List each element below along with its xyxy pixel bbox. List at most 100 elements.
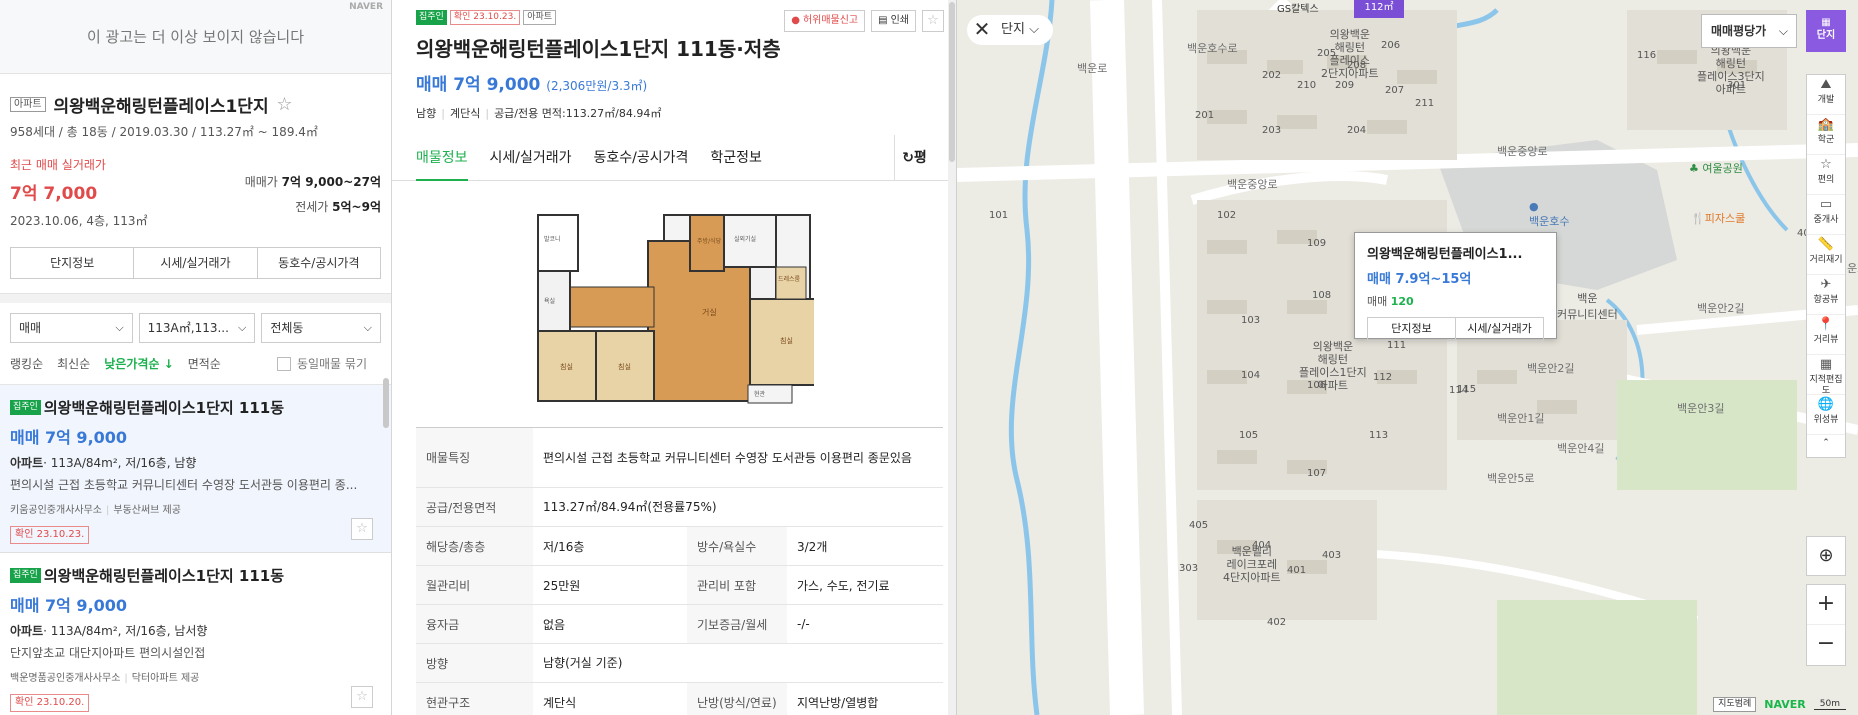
- complex-info: 아파트 의왕백운해링턴플레이스1단지 ☆ 958세대 / 총 18동 / 201…: [0, 74, 391, 229]
- building-number: 202: [1262, 70, 1282, 81]
- owner-badge: 집주인: [416, 10, 447, 25]
- my-location-button[interactable]: ⊕: [1806, 536, 1846, 576]
- tool-development[interactable]: ⛰ 개발: [1807, 75, 1845, 115]
- detail-scrollbar[interactable]: [948, 0, 956, 715]
- fork-icon: 🍴: [1691, 212, 1705, 225]
- table-key: 관리비 포함: [687, 566, 787, 604]
- tool-cadastral[interactable]: ▦ 지적편집도: [1807, 355, 1845, 396]
- confirm-date-badge: 확인 23.10.23.: [449, 10, 521, 25]
- road-label: 백운안5로: [1487, 472, 1535, 485]
- table-value: 없음: [543, 617, 566, 632]
- popup-price-button[interactable]: 시세/실거래가: [1456, 318, 1543, 340]
- trade-type-select[interactable]: 매매 ⌵: [10, 313, 133, 343]
- floor-plan-image: 거실 침실 침실 침실 주방/식당 드레스룸 현관 실외기실 욕실 발코니: [534, 211, 825, 407]
- table-row: 공급/전용면적 113.27㎡/84.94㎡(전용률75%): [416, 488, 943, 527]
- sort-area[interactable]: 면적순: [188, 355, 221, 372]
- sort-ranking[interactable]: 랭킹순: [10, 355, 43, 372]
- owner-badge: 집주인: [10, 400, 41, 415]
- tool-aerial[interactable]: ✈ 항공뷰: [1807, 275, 1845, 315]
- map-view[interactable]: 112㎡ GS칼텍스 의왕백운 해링턴 플레이스 2단지아파트 의왕백운 해링턴…: [957, 0, 1858, 715]
- table-value: 편의시설 근접 초등학교 커뮤니티센터 수영장 도서관등 이용편리 종문있음: [543, 450, 912, 465]
- tool-school[interactable]: 🏫 학군: [1807, 115, 1845, 155]
- danji-layer-button[interactable]: ▦ 단지: [1806, 10, 1846, 52]
- danji-filter-button[interactable]: 단지 ⌵: [995, 15, 1053, 45]
- map-price-tag[interactable]: 112㎡: [1354, 0, 1404, 18]
- popup-complex-info-button[interactable]: 단지정보: [1368, 318, 1456, 340]
- tab-listing-info[interactable]: 매물정보: [416, 135, 468, 181]
- road-label: 백운중앙로: [1497, 145, 1548, 158]
- restaurant-label: 🍴피자스쿨: [1691, 212, 1746, 225]
- group-same-listing-checkbox[interactable]: 동일매물 묶기: [276, 355, 381, 372]
- area-select[interactable]: 113A㎡,113... ⌵: [138, 313, 256, 343]
- sort-latest[interactable]: 최신순: [57, 355, 90, 372]
- building-number: 101: [989, 210, 1009, 221]
- popup-title: 의왕백운해링턴플레이스1...: [1367, 247, 1523, 262]
- tree-icon: ♣: [1689, 162, 1699, 175]
- detail-tabs: 매물정보 시세/실거래가 동호수/공시가격 학군정보 ↻평: [392, 135, 956, 181]
- road-label: 백운안2길: [1697, 302, 1745, 315]
- crosshair-icon: ⊕: [1818, 545, 1834, 566]
- tab-school[interactable]: 학군정보: [710, 135, 762, 181]
- floor-plan[interactable]: 거실 침실 침실 침실 주방/식당 드레스룸 현관 실외기실 욕실 발코니: [534, 211, 825, 407]
- map-legend-button[interactable]: 지도범례: [1713, 697, 1757, 712]
- favorite-star-icon[interactable]: ☆: [276, 94, 292, 115]
- building-number: 203: [1262, 125, 1282, 136]
- map-scale: 50m: [1813, 699, 1846, 710]
- tool-street[interactable]: 📍 거리뷰: [1807, 315, 1845, 355]
- convenience-icon: ☆: [1820, 157, 1832, 172]
- price-history-button[interactable]: 시세/실거래가: [134, 248, 258, 278]
- favorite-star-icon[interactable]: ☆: [922, 10, 944, 32]
- sort-lowest-price[interactable]: 낮은가격순 ↓: [104, 355, 173, 372]
- refresh-button[interactable]: ↻평: [894, 135, 934, 181]
- favorite-star-icon[interactable]: ☆: [351, 518, 373, 540]
- map-price-select[interactable]: 매매평당가 ⌵: [1701, 14, 1797, 48]
- listing-item[interactable]: 집주인 의왕백운해링턴플레이스1단지 111동 매매 7억 9,000 아파트· …: [0, 385, 391, 553]
- type-tag: 아파트: [523, 10, 557, 25]
- unit-price-button[interactable]: 동호수/공시가격: [258, 248, 380, 278]
- chevron-down-icon: ⌵: [237, 321, 247, 334]
- collapse-tools-button[interactable]: ⌃: [1807, 435, 1845, 457]
- sort-bar: 랭킹순 최신순 낮은가격순 ↓ 면적순 동일매물 묶기: [0, 343, 391, 385]
- building-number: 105: [1239, 430, 1259, 441]
- tool-ruler[interactable]: 📏 거리재기: [1807, 235, 1845, 275]
- zoom-in-button[interactable]: +: [1807, 585, 1845, 625]
- poi-label: GS칼텍스: [1277, 4, 1319, 15]
- complex-info-button[interactable]: 단지정보: [11, 248, 135, 278]
- tab-unit-price[interactable]: 동호수/공시가격: [594, 135, 689, 181]
- building-number: 103: [1241, 315, 1261, 326]
- recent-trade-date: 2023.10.06, 4층, 113㎡: [10, 214, 148, 228]
- table-key: 해당층/총층: [416, 527, 533, 565]
- jeonse-price-range: 전세가 5억~9억: [295, 200, 381, 214]
- listing-agent: 백운명품공인중개사사무소 | 닥터아파트 제공: [10, 673, 200, 684]
- tool-agent[interactable]: ▭ 중개사: [1807, 195, 1845, 235]
- listing-price: 매매 7억 9,000: [10, 596, 128, 615]
- building-number: 111: [1387, 340, 1407, 351]
- tool-convenience[interactable]: ☆ 편의: [1807, 155, 1845, 195]
- table-row: 월관리비 25만원 관리비 포함 가스, 수도, 전기료: [416, 566, 943, 605]
- chevron-down-icon: ⌵: [363, 321, 372, 334]
- zoom-out-button[interactable]: −: [1807, 625, 1845, 665]
- table-row: 매물특징 편의시설 근접 초등학교 커뮤니티센터 수영장 도서관등 이용편리 종…: [416, 428, 943, 488]
- group-same-listing-label: 동일매물 묶기: [296, 357, 367, 371]
- listing-spec: 아파트· 113A/84m², 저/16층, 남향: [10, 456, 197, 470]
- listing-item[interactable]: 집주인 의왕백운해링턴플레이스1단지 111동 매매 7억 9,000 아파트· …: [0, 553, 391, 715]
- complex-popup[interactable]: 의왕백운해링턴플레이스1... 매매 7.9억~15억 매매 120 단지정보 …: [1354, 232, 1557, 341]
- tab-price-history[interactable]: 시세/실거래가: [490, 135, 572, 181]
- tool-satellite[interactable]: 🌐 위성뷰: [1807, 395, 1845, 435]
- checkbox-box[interactable]: [276, 356, 291, 371]
- building-number: 109: [1307, 238, 1327, 249]
- close-icon[interactable]: ✕: [967, 15, 997, 45]
- building-number: 204: [1347, 125, 1367, 136]
- owner-badge: 집주인: [10, 568, 41, 583]
- print-button[interactable]: ▤ 인쇄: [871, 10, 916, 32]
- map-footer: 지도범례 NAVER 50m: [1713, 697, 1846, 712]
- table-value: 25만원: [543, 578, 581, 593]
- table-key: 방수/욕실수: [687, 527, 787, 565]
- favorite-star-icon[interactable]: ☆: [351, 686, 373, 708]
- report-button[interactable]: ● 허위매물신고: [784, 10, 866, 32]
- list-scrollbar[interactable]: [383, 378, 389, 428]
- ad-banner: 이 광고는 더 이상 보이지 않습니다 NAVER: [0, 0, 391, 74]
- recent-trade-price: 7억 7,000: [10, 184, 98, 204]
- listing-description: 편의시설 근접 초등학교 커뮤니티센터 수영장 도서관등 이용편리 종...: [10, 478, 358, 492]
- building-select[interactable]: 전체동 ⌵: [261, 313, 381, 343]
